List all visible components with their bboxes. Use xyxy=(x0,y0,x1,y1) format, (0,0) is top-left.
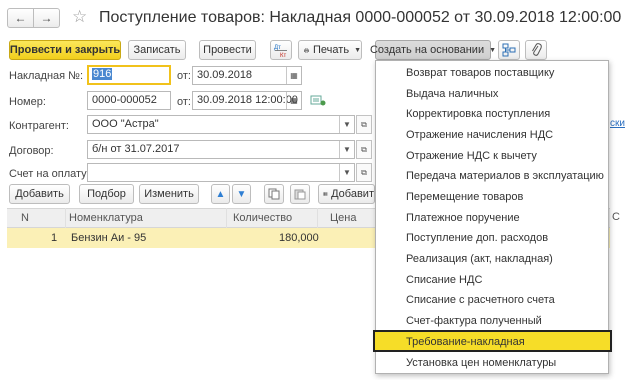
svg-text:Кт: Кт xyxy=(280,53,286,58)
number-edit-icon[interactable] xyxy=(310,93,326,107)
barcode-icon xyxy=(323,192,328,196)
arrow-down-icon: ▼ xyxy=(236,188,247,200)
copy-button[interactable] xyxy=(264,184,284,204)
contract-label: Договор: xyxy=(9,145,54,157)
select-button[interactable]: Подбор xyxy=(79,184,134,204)
number-field[interactable]: 0000-000052 xyxy=(87,91,171,110)
row-quantity: 180,000 xyxy=(279,232,319,244)
invoice-date-label: от: xyxy=(177,70,191,82)
menu-item-requisition-invoice[interactable]: Требование-накладная xyxy=(373,330,612,352)
arrow-left-icon: ← xyxy=(14,11,27,25)
invoice-date-field[interactable]: 30.09.2018 ▦ xyxy=(192,66,302,85)
dropdown-chevron-icon[interactable]: ▼ xyxy=(339,116,354,133)
menu-item-sales[interactable]: Реализация (акт, накладная) xyxy=(377,249,607,271)
dropdown-chevron-icon[interactable]: ▼ xyxy=(339,141,354,158)
printer-icon xyxy=(304,47,309,53)
calendar-icon[interactable]: ▦ xyxy=(286,67,301,84)
add-row-button[interactable]: Добавить xyxy=(9,184,70,204)
move-down-button[interactable]: ▼ xyxy=(232,184,251,204)
arrow-right-icon: → xyxy=(40,11,53,25)
column-header-n[interactable]: N xyxy=(21,212,29,224)
column-header-peek: С xyxy=(612,211,620,223)
column-header-price[interactable]: Цена xyxy=(330,212,356,224)
menu-item-vat-writeoff[interactable]: Списание НДС xyxy=(377,270,607,292)
print-button[interactable]: Печать ▼ xyxy=(298,40,362,60)
menu-item-return-to-supplier[interactable]: Возврат товаров поставщику xyxy=(377,63,607,85)
create-based-on-label: Создать на основании xyxy=(369,44,485,56)
column-header-item[interactable]: Номенклатура xyxy=(69,212,143,224)
counterparty-label: Контрагент: xyxy=(9,120,69,132)
save-button[interactable]: Записать xyxy=(128,40,186,60)
post-button[interactable]: Провести xyxy=(199,40,256,60)
payment-invoice-field[interactable]: ▼ xyxy=(87,163,355,182)
add-to-table-label: Добавит xyxy=(331,188,374,200)
number-date-label: от: xyxy=(177,96,191,108)
menu-item-goods-movement[interactable]: Перемещение товаров xyxy=(377,187,607,209)
invoice-number-field[interactable]: 916 xyxy=(87,65,171,85)
row-number: 1 xyxy=(51,232,58,244)
open-link-icon[interactable]: ⧉ xyxy=(356,140,372,159)
open-link-icon[interactable]: ⧉ xyxy=(356,163,372,182)
paste-icon xyxy=(294,189,306,200)
calendar-icon[interactable]: ▦ xyxy=(286,92,301,109)
chevron-down-icon: ▼ xyxy=(354,46,361,54)
document-structure-icon xyxy=(502,43,516,57)
structure-button[interactable] xyxy=(498,40,520,60)
dt-kt-icon: Дт Кт xyxy=(274,45,287,58)
paperclip-icon xyxy=(532,43,542,56)
menu-item-additional-expenses[interactable]: Поступление доп. расходов xyxy=(377,228,607,250)
print-label: Печать xyxy=(313,44,350,56)
create-based-on-button[interactable]: Создать на основании ▼ xyxy=(370,40,496,60)
forward-button[interactable]: → xyxy=(33,9,59,27)
more-link[interactable]: ски xyxy=(610,118,625,129)
counterparty-field[interactable]: ООО "Астра" ▼ xyxy=(87,115,355,134)
contract-field[interactable]: б/н от 31.07.2017 ▼ xyxy=(87,140,355,159)
menu-item-payment-order[interactable]: Платежное поручение xyxy=(377,208,607,230)
back-button[interactable]: ← xyxy=(8,9,33,27)
change-button[interactable]: Изменить xyxy=(139,184,199,204)
arrow-up-icon: ▲ xyxy=(215,188,226,200)
svg-text:Дт: Дт xyxy=(274,45,281,51)
page-title: Поступление товаров: Накладная 0000-0000… xyxy=(99,9,622,26)
row-item: Бензин Аи - 95 xyxy=(71,232,147,244)
column-header-quantity[interactable]: Количество xyxy=(233,212,292,224)
number-label: Номер: xyxy=(9,96,46,108)
menu-item-vat-accrual[interactable]: Отражение начисления НДС xyxy=(377,125,607,147)
menu-item-receipt-correction[interactable]: Корректировка поступления xyxy=(377,104,607,126)
create-based-on-menu: Возврат товаров поставщику Выдача наличн… xyxy=(373,60,612,375)
chevron-down-icon: ▼ xyxy=(489,46,497,54)
dropdown-chevron-icon[interactable]: ▼ xyxy=(339,164,354,181)
favorite-star-icon[interactable]: ☆ xyxy=(72,7,87,27)
menu-item-cash-issue[interactable]: Выдача наличных xyxy=(377,84,607,106)
copy-icon xyxy=(268,188,280,200)
menu-item-vat-deduction[interactable]: Отражение НДС к вычету xyxy=(377,146,607,168)
move-up-button[interactable]: ▲ xyxy=(211,184,230,204)
post-and-close-button[interactable]: Провести и закрыть xyxy=(9,40,121,60)
menu-item-set-prices[interactable]: Установка цен номенклатуры xyxy=(377,353,607,375)
dt-kt-button[interactable]: Дт Кт xyxy=(270,40,292,60)
payment-invoice-label: Счет на оплату: xyxy=(9,168,90,180)
paste-button[interactable] xyxy=(290,184,310,204)
navigation-buttons: ← → xyxy=(7,8,60,28)
invoice-number-label: Накладная №: xyxy=(9,70,84,82)
add-to-table-button[interactable]: Добавит xyxy=(318,184,375,204)
open-link-icon[interactable]: ⧉ xyxy=(356,115,372,134)
number-date-field[interactable]: 30.09.2018 12:00:00 ▦ xyxy=(192,91,302,110)
menu-item-materials-transfer[interactable]: Передача материалов в эксплуатацию xyxy=(377,166,607,188)
menu-item-bank-writeoff[interactable]: Списание с расчетного счета xyxy=(377,290,607,312)
attach-files-button[interactable] xyxy=(525,40,547,60)
